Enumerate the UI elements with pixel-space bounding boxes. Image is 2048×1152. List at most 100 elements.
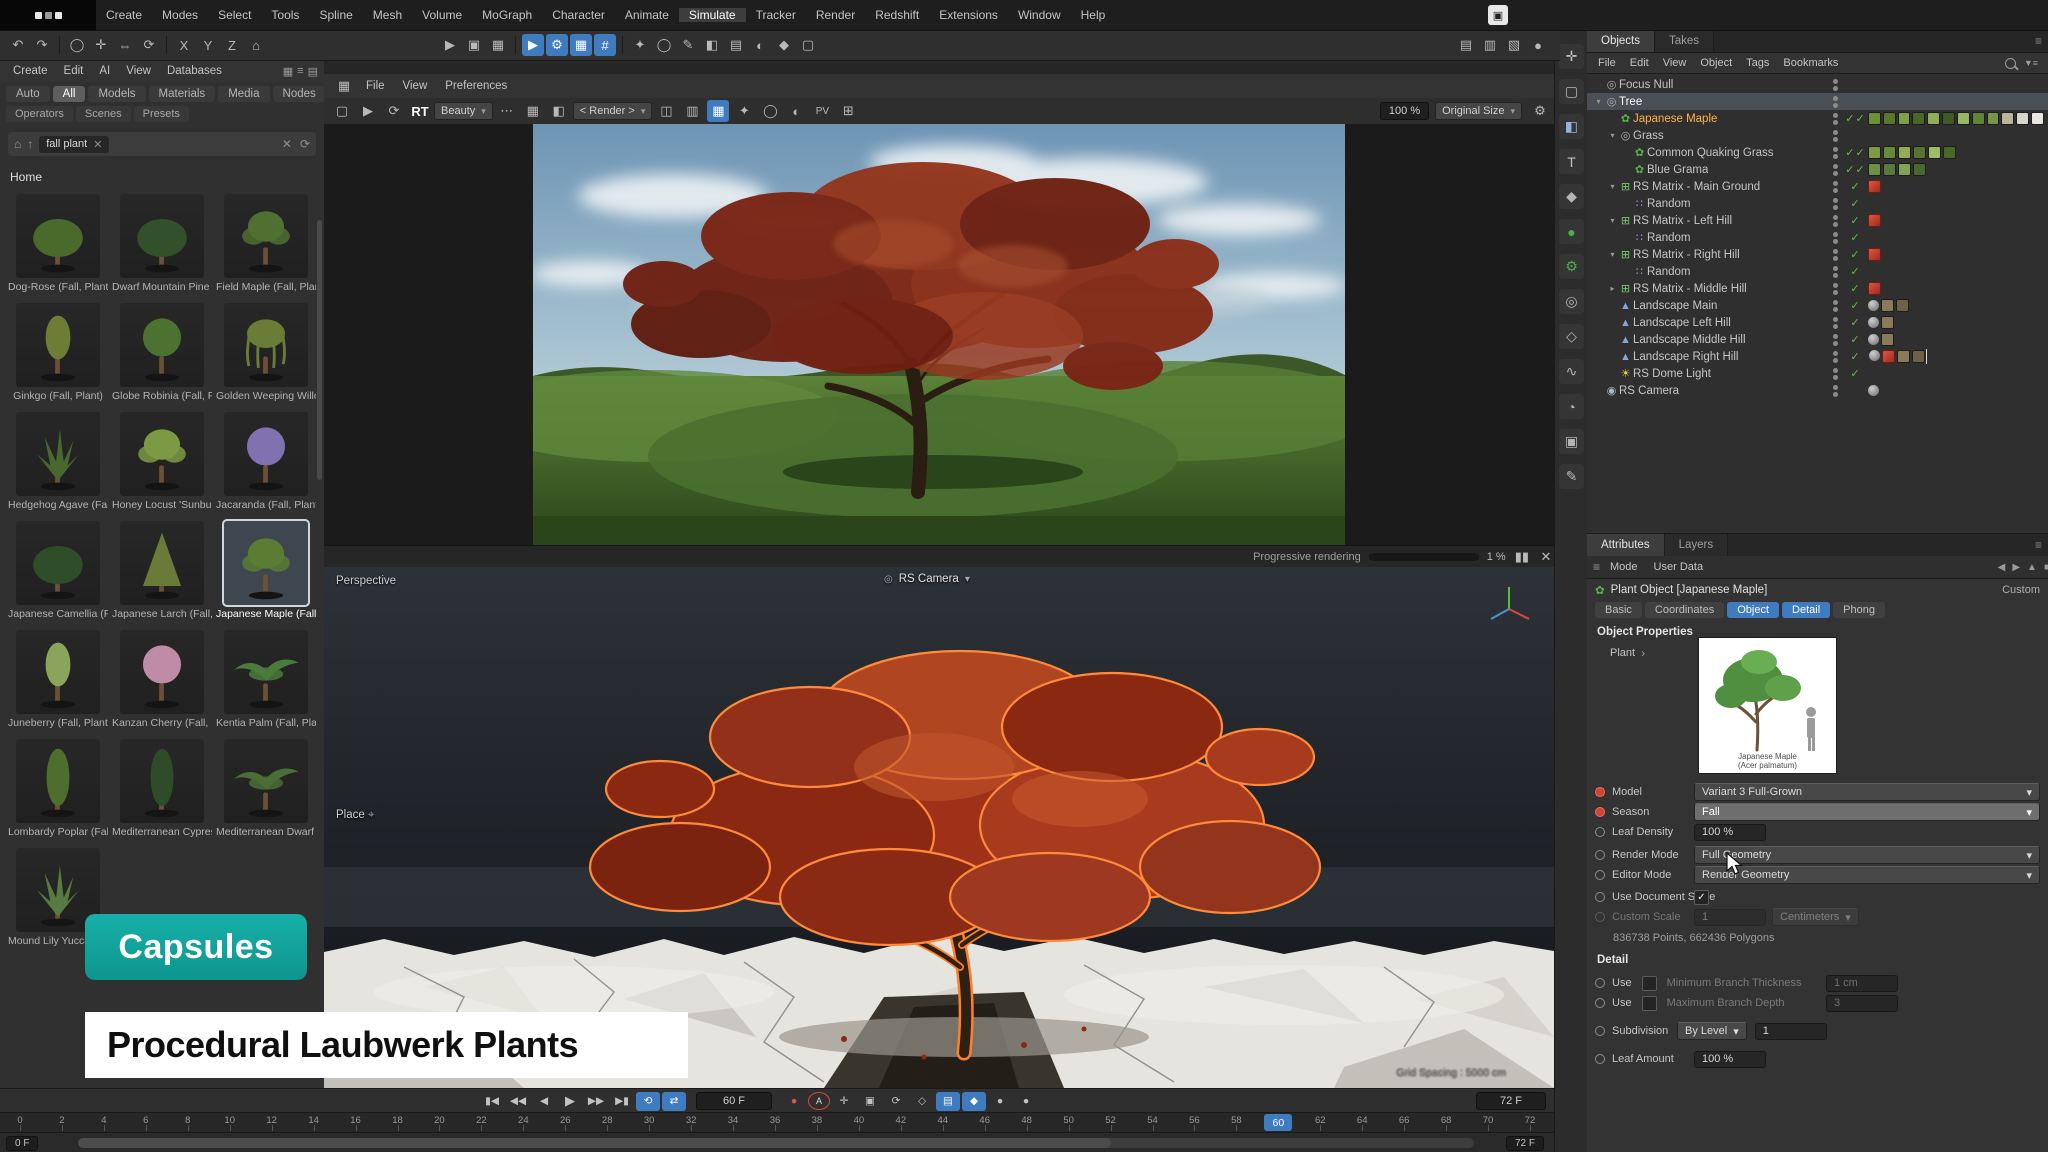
- render-region-icon[interactable]: ▣: [463, 34, 485, 56]
- render-mode-dropdown[interactable]: Full Geometry▾: [1694, 846, 2040, 864]
- visibility-toggles[interactable]: [1828, 147, 1842, 159]
- solo-on-button[interactable]: ●: [1014, 1092, 1038, 1111]
- menu-simulate[interactable]: Simulate: [679, 8, 746, 22]
- split-view-icon[interactable]: ▥: [1479, 34, 1501, 56]
- pla-button[interactable]: ▤: [936, 1092, 960, 1111]
- tweak-mode-icon[interactable]: ✛: [1559, 44, 1584, 69]
- back-icon[interactable]: ◀: [1998, 562, 2006, 573]
- visibility-toggles[interactable]: [1828, 266, 1842, 278]
- spline-icon[interactable]: ◯: [653, 34, 675, 56]
- grid-icon[interactable]: ▦: [522, 100, 544, 122]
- expand-arrow[interactable]: ▾: [1593, 97, 1604, 106]
- asset-item-mediterranean-dwarf[interactable]: Mediterranean Dwarf ...: [216, 739, 316, 838]
- menu-spline[interactable]: Spline: [309, 8, 362, 22]
- enable-checks[interactable]: ✓: [1842, 282, 1868, 295]
- rotate-tool-icon[interactable]: ⟳: [138, 34, 160, 56]
- layout-switch-icon[interactable]: ▣: [1488, 5, 1508, 25]
- menu-create[interactable]: Create: [96, 8, 152, 22]
- region-icon[interactable]: ◯: [759, 100, 781, 122]
- material-chip[interactable]: [1881, 316, 1894, 329]
- object-row-rs-matrix-left-hill[interactable]: ▾⊞RS Matrix - Left Hill✓: [1587, 212, 2048, 229]
- account-icon[interactable]: ●: [1527, 34, 1549, 56]
- material-chip[interactable]: [1897, 350, 1910, 363]
- season-dropdown[interactable]: Fall▾: [1694, 803, 2040, 821]
- asset-item-dog-rose-fall-plant[interactable]: Dog-Rose (Fall, Plant): [8, 194, 108, 293]
- redo-icon[interactable]: ↷: [31, 34, 53, 56]
- menu-character[interactable]: Character: [542, 8, 615, 22]
- section-tab-detail[interactable]: Detail: [1782, 602, 1830, 618]
- menu-redshift[interactable]: Redshift: [865, 8, 929, 22]
- loop-mode-button[interactable]: ⟲: [636, 1092, 660, 1111]
- material-chip[interactable]: [1913, 146, 1926, 159]
- magic-icon[interactable]: ✦: [629, 34, 651, 56]
- pen-icon[interactable]: ✎: [677, 34, 699, 56]
- material-chip[interactable]: [1898, 163, 1911, 176]
- quantize-icon[interactable]: ◇: [1559, 324, 1584, 349]
- visibility-toggles[interactable]: [1828, 232, 1842, 244]
- render-view-menu-file[interactable]: File: [358, 74, 393, 98]
- object-row-rs-camera[interactable]: ◉RS Camera: [1587, 382, 2048, 399]
- material-chip[interactable]: [2001, 112, 2014, 125]
- om-menu-edit[interactable]: Edit: [1623, 53, 1656, 73]
- asset-item-lombardy-poplar-fall[interactable]: Lombardy Poplar (Fall...: [8, 739, 108, 838]
- field-icon[interactable]: ◐: [749, 34, 771, 56]
- visibility-toggles[interactable]: [1828, 351, 1842, 363]
- object-row-landscape-left-hill[interactable]: ▲Landscape Left Hill✓: [1587, 314, 2048, 331]
- start-render-icon[interactable]: ▶: [357, 100, 379, 122]
- keyframe-dot[interactable]: [1595, 998, 1605, 1008]
- app-logo[interactable]: [0, 0, 96, 30]
- expand-arrow[interactable]: ▾: [1607, 131, 1618, 140]
- next-key-button[interactable]: ▶▶: [584, 1092, 608, 1111]
- max-depth-use-checkbox[interactable]: [1642, 996, 1657, 1011]
- material-chip[interactable]: [1942, 112, 1955, 125]
- viewport-solo-icon[interactable]: ▣: [1559, 429, 1584, 454]
- om-menu-file[interactable]: File: [1591, 53, 1623, 73]
- visibility-toggles[interactable]: [1828, 283, 1842, 295]
- min-branch-use-checkbox[interactable]: [1642, 976, 1657, 991]
- key-parameter-button[interactable]: ◇: [910, 1092, 934, 1111]
- model-mode-icon[interactable]: ◧: [1559, 114, 1584, 139]
- enable-checks[interactable]: ✓: [1842, 214, 1868, 227]
- previous-frame-button[interactable]: ◀: [532, 1092, 556, 1111]
- section-tab-coordinates[interactable]: Coordinates: [1645, 602, 1724, 618]
- visibility-toggles[interactable]: [1828, 130, 1842, 142]
- asset-item-juneberry-fall-plant[interactable]: Juneberry (Fall, Plant): [8, 630, 108, 729]
- render-view-menu-preferences[interactable]: Preferences: [437, 74, 515, 98]
- object-row-rs-matrix-main-ground[interactable]: ▾⊞RS Matrix - Main Ground✓: [1587, 178, 2048, 195]
- menu-mograph[interactable]: MoGraph: [472, 8, 542, 22]
- forward-icon[interactable]: ▶: [2012, 562, 2020, 573]
- ab-menu-create[interactable]: Create: [6, 60, 55, 82]
- visibility-toggles[interactable]: [1828, 249, 1842, 261]
- redshift-material-tag-icon[interactable]: [1868, 180, 1881, 193]
- tab-objects[interactable]: Objects: [1587, 30, 1655, 52]
- gear-icon[interactable]: ⚙: [1529, 100, 1551, 122]
- enable-checks[interactable]: ✓✓: [1842, 146, 1868, 159]
- object-row-random[interactable]: ∷Random✓: [1587, 263, 2048, 280]
- panel-options-icon[interactable]: ≡: [2035, 34, 2042, 48]
- asset-search-bar[interactable]: ⌂ ↑ fall plant ✕ ✕ ⟳: [8, 132, 316, 156]
- object-row-rs-matrix-right-hill[interactable]: ▾⊞RS Matrix - Right Hill✓: [1587, 246, 2048, 263]
- restart-render-icon[interactable]: ⟳: [383, 100, 405, 122]
- clear-search-icon[interactable]: ✕: [282, 137, 292, 151]
- simulate-play-icon[interactable]: ▶: [522, 34, 544, 56]
- axis-y-button[interactable]: Y: [197, 34, 219, 56]
- visibility-toggles[interactable]: [1828, 96, 1842, 108]
- more-icon[interactable]: ⋯: [496, 100, 518, 122]
- keyframe-dot[interactable]: [1595, 807, 1605, 817]
- keyframe-dot[interactable]: [1595, 892, 1605, 902]
- object-row-japanese-maple[interactable]: ✿Japanese Maple✓✓: [1587, 110, 2048, 127]
- material-chip[interactable]: [2016, 112, 2029, 125]
- annotate-icon[interactable]: ✎: [1559, 464, 1584, 489]
- capsule-icon[interactable]: ▢: [797, 34, 819, 56]
- phong-tag-icon[interactable]: [1868, 334, 1879, 345]
- asset-scrollbar[interactable]: [317, 220, 322, 480]
- material-chip[interactable]: [1881, 299, 1894, 312]
- om-menu-object[interactable]: Object: [1693, 53, 1739, 73]
- timeline-scrollbar[interactable]: [78, 1138, 1474, 1148]
- om-menu-tags[interactable]: Tags: [1739, 53, 1776, 73]
- redshift-material-tag-icon[interactable]: [1868, 248, 1881, 261]
- camera-tag-icon[interactable]: [1868, 385, 1879, 396]
- go-to-end-button[interactable]: ▶▮: [610, 1092, 634, 1111]
- cloner-icon[interactable]: ▤: [725, 34, 747, 56]
- keyframe-dot[interactable]: [1595, 870, 1605, 880]
